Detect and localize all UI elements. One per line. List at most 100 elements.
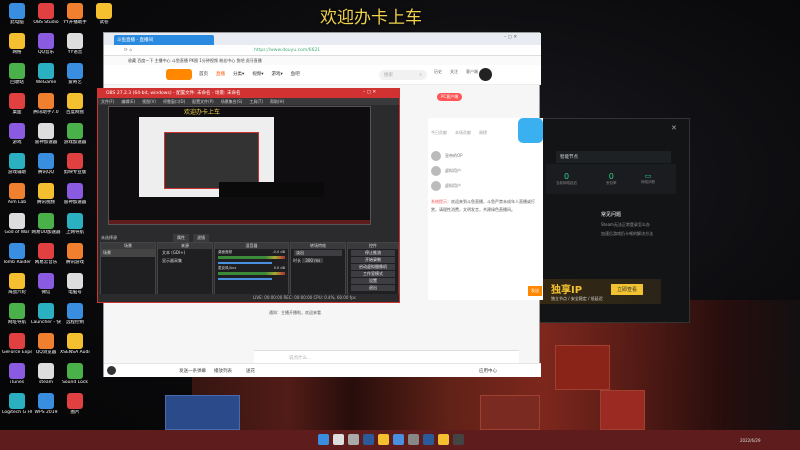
desktop-icon[interactable]: QQ音乐: [31, 33, 61, 55]
flower-button[interactable]: 送花: [246, 368, 255, 374]
chat-input[interactable]: 说点什么...: [254, 350, 519, 363]
douyu-logo[interactable]: [166, 69, 192, 80]
menu-item[interactable]: 场景集合(S): [221, 99, 243, 104]
desktop-icon[interactable]: 游戏加速器: [60, 123, 90, 145]
menu-item[interactable]: 视图(V): [142, 99, 156, 104]
taskbar-app-icon[interactable]: [393, 434, 404, 445]
menu-item[interactable]: 文件(F): [101, 99, 114, 104]
desktop-icon[interactable]: YY语音: [60, 33, 90, 55]
send-button[interactable]: 发送: [528, 286, 542, 296]
desktop-icon[interactable]: God of War: [2, 213, 32, 235]
desktop-icon[interactable]: 雷神加速器: [31, 123, 61, 145]
nav-item[interactable]: 分类▾: [233, 71, 244, 77]
desktop-icon[interactable]: Logitech G HUB: [2, 393, 32, 415]
window-controls[interactable]: – ▢ ✕: [363, 90, 376, 95]
avatar[interactable]: [479, 68, 492, 81]
desktop-icon[interactable]: WeGame: [31, 63, 61, 85]
control-button[interactable]: 退出: [351, 285, 395, 291]
taskbar-app-icon[interactable]: [423, 434, 434, 445]
desktop-icon[interactable]: 回收站: [2, 63, 32, 85]
desktop-icon[interactable]: WPS 2019: [31, 393, 61, 415]
obs-menu[interactable]: 文件(F) 编辑(E) 视图(V) 停靠窗口(D) 配置文件(P) 场景集合(S) 工具(T…: [98, 98, 399, 105]
source-item[interactable]: 文本 (GDI+): [158, 249, 212, 257]
desktop-icon[interactable]: Sound Lock: [60, 363, 90, 385]
volume-slider[interactable]: [218, 262, 272, 264]
site-search-input[interactable]: 搜索 ⌕: [379, 70, 427, 80]
pc-client-button[interactable]: PC客户端: [437, 93, 463, 101]
nav-item[interactable]: 首页: [199, 71, 208, 77]
control-button[interactable]: 工作室模式: [351, 271, 395, 277]
menu-item[interactable]: 编辑(E): [121, 99, 135, 104]
desktop-icon[interactable]: 试卷: [89, 3, 119, 25]
address-bar[interactable]: ⟳ ⌂ https://www.douyu.com/6621: [104, 45, 541, 56]
desktop-icon[interactable]: 图片: [60, 393, 90, 415]
nav-item[interactable]: 视频▾: [252, 71, 263, 77]
duration-input[interactable]: 300 ms: [302, 258, 324, 263]
control-button[interactable]: 停止推流: [351, 250, 395, 256]
desktop-icon[interactable]: 网络: [2, 33, 32, 55]
user-row[interactable]: 虚拟用户: [431, 163, 463, 178]
source-item[interactable]: 显示器采集: [158, 257, 212, 265]
nav-icons[interactable]: 历史 关注 客户端: [434, 69, 478, 75]
desktop-icon[interactable]: Launcher - 快捷方式: [31, 303, 61, 325]
bookmarks-bar[interactable]: 收藏 百度一下 主播中心 斗鱼直播 PK图 1分钟视频 粉丝中心 鱼吧 虎牙直播: [104, 56, 541, 65]
node-selector[interactable]: 智能节点: [556, 151, 671, 163]
ad-view-button[interactable]: 立即查看: [611, 284, 644, 295]
browser-tab[interactable]: 斗鱼直播 - 直播间: [114, 35, 214, 45]
nav-item[interactable]: 游戏▾: [272, 71, 283, 77]
nav-item[interactable]: 直播: [216, 71, 225, 77]
taskbar-app-icon[interactable]: [363, 434, 374, 445]
app-center-button[interactable]: 应用中心: [479, 368, 497, 374]
menu-item[interactable]: 工具(T): [249, 99, 263, 104]
taskbar-app-icon[interactable]: [333, 434, 344, 445]
stat-diagnose[interactable]: ▭ 网络诊断: [641, 172, 655, 185]
close-icon[interactable]: ✕: [671, 124, 677, 132]
desktop-icon[interactable]: 电脑号: [60, 273, 90, 295]
playlist-button[interactable]: 播放列表: [214, 368, 232, 374]
menu-item[interactable]: 配置文件(P): [192, 99, 214, 104]
reload-icon[interactable]: ⟳ ⌂: [124, 48, 132, 53]
control-button[interactable]: 开始录制: [351, 257, 395, 263]
desktop-icon[interactable]: 网易UU加速器: [31, 213, 61, 235]
clock[interactable]: 2022/6/29: [740, 438, 761, 443]
taskbar-app-icon[interactable]: [453, 434, 464, 445]
control-button[interactable]: 设置: [351, 278, 395, 284]
faq-item[interactable]: Steam无法正常登录怎么办: [601, 222, 650, 228]
desktop-icon[interactable]: GeForce Experience: [2, 333, 32, 355]
desktop-icon[interactable]: 海战六轮: [2, 273, 32, 295]
desktop-icon[interactable]: 腾讯游戏: [60, 243, 90, 265]
desktop-icon[interactable]: 爱奇艺: [60, 63, 90, 85]
desktop-icon[interactable]: Aim Lab: [2, 183, 32, 205]
desktop-icon[interactable]: XSENSA Audio: [60, 333, 90, 355]
obs-preview[interactable]: 欢迎办卡上车: [108, 106, 371, 225]
taskbar-app-icon[interactable]: [318, 434, 329, 445]
desktop-icon[interactable]: iTunes: [2, 363, 32, 385]
desktop-icon[interactable]: 桌面: [2, 93, 32, 115]
desktop-icon[interactable]: 百度网盘: [60, 93, 90, 115]
url-text[interactable]: https://www.douyu.com/6621: [254, 48, 320, 53]
desktop-icon[interactable]: 剪映专业版: [60, 153, 90, 175]
taskbar-app-icon[interactable]: [438, 434, 449, 445]
filters-button[interactable]: 滤镜: [193, 234, 209, 242]
faq-item[interactable]: 加速后游戏仍卡顿的解决方法: [601, 231, 653, 237]
desktop-icon[interactable]: 腾讯助手7.0: [31, 93, 61, 115]
rank-tabs[interactable]: 今日贡献 本场贡献 周榜: [431, 130, 487, 136]
desktop-icon[interactable]: 雷神加速器: [60, 183, 90, 205]
desktop-icon[interactable]: 微信: [31, 273, 61, 295]
desktop-icon[interactable]: 腾讯视频: [31, 183, 61, 205]
desktop-icon[interactable]: 游戏辅助: [2, 153, 32, 175]
user-row[interactable]: 皇帝的OP: [431, 148, 463, 163]
menu-item[interactable]: 停靠窗口(D): [163, 99, 185, 104]
taskbar-app-icon[interactable]: [408, 434, 419, 445]
event-badge[interactable]: [518, 118, 543, 143]
desktop-icon[interactable]: OBS Studio: [31, 3, 61, 25]
desktop-icon[interactable]: steam: [31, 363, 61, 385]
desktop-icon[interactable]: 远程控制: [60, 303, 90, 325]
properties-button[interactable]: 属性: [173, 234, 189, 242]
desktop-icon[interactable]: Tomb Raider: [2, 243, 32, 265]
desktop-icon[interactable]: 网易云音乐: [31, 243, 61, 265]
avatar[interactable]: [107, 366, 116, 375]
desktop-icon[interactable]: YY开播助手: [60, 3, 90, 25]
desktop-icon[interactable]: 腾讯QQ: [31, 153, 61, 175]
scene-item[interactable]: 场景: [101, 249, 155, 257]
